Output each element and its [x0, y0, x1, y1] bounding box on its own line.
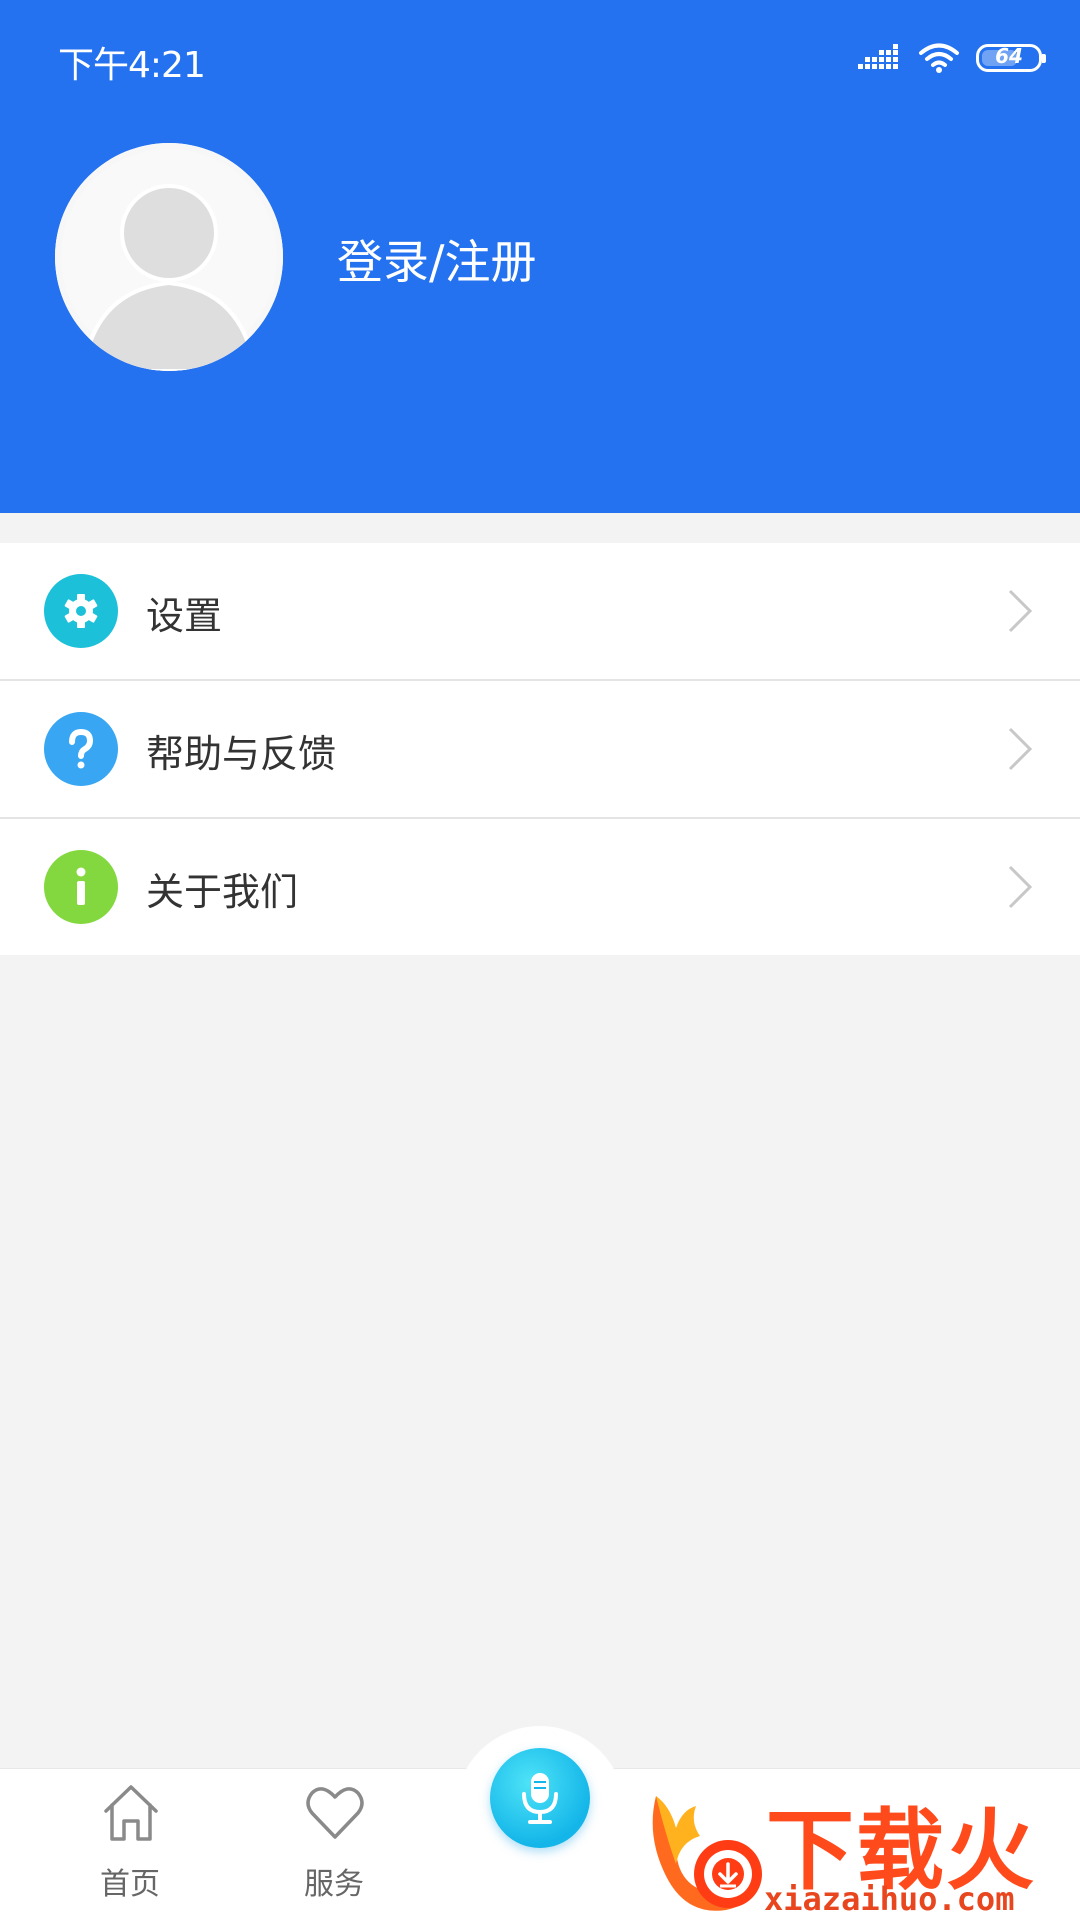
battery-percentage: 64	[995, 44, 1023, 68]
profile-header: 下午4:21 64 登录/注册	[0, 0, 1080, 513]
tab-label: 首页	[100, 1867, 160, 1902]
menu-item-label: 帮助与反馈	[146, 732, 337, 776]
voice-button[interactable]	[490, 1748, 590, 1848]
chevron-right-icon	[1008, 589, 1033, 633]
menu-item-settings[interactable]: 设置	[0, 543, 1080, 681]
status-icons: 64	[858, 40, 1046, 76]
tab-label: 服务	[304, 1867, 364, 1902]
menu-item-about-us[interactable]: 关于我们	[0, 819, 1080, 955]
status-time: 下午4:21	[58, 45, 206, 86]
flame-logo-icon	[652, 1796, 762, 1911]
menu-item-help-feedback[interactable]: 帮助与反馈	[0, 681, 1080, 819]
user-placeholder-icon	[55, 143, 283, 371]
question-icon	[44, 712, 118, 786]
watermark-url: xiazaihuo.com	[764, 1880, 1015, 1918]
info-icon	[44, 850, 118, 924]
tab-home[interactable]: 首页	[60, 1769, 200, 1921]
watermark: 下载火 xiazaihuo.com	[636, 1776, 1080, 1920]
menu-item-label: 关于我们	[146, 870, 299, 914]
tab-services[interactable]: 服务	[264, 1769, 404, 1921]
menu-item-label: 设置	[146, 594, 223, 638]
home-icon	[104, 1785, 158, 1841]
wifi-icon	[919, 43, 959, 73]
chevron-right-icon	[1008, 865, 1033, 909]
signal-icon	[858, 44, 898, 69]
heart-icon	[306, 1787, 364, 1839]
gear-icon	[44, 574, 118, 648]
login-register-link[interactable]: 登录/注册	[337, 226, 537, 292]
chevron-right-icon	[1008, 727, 1033, 771]
avatar[interactable]	[55, 143, 283, 371]
battery-icon: 64	[976, 44, 1046, 72]
battery-tip	[1042, 54, 1046, 63]
microphone-icon	[522, 1773, 558, 1824]
settings-menu: 设置 帮助与反馈 关于我们	[0, 543, 1080, 955]
